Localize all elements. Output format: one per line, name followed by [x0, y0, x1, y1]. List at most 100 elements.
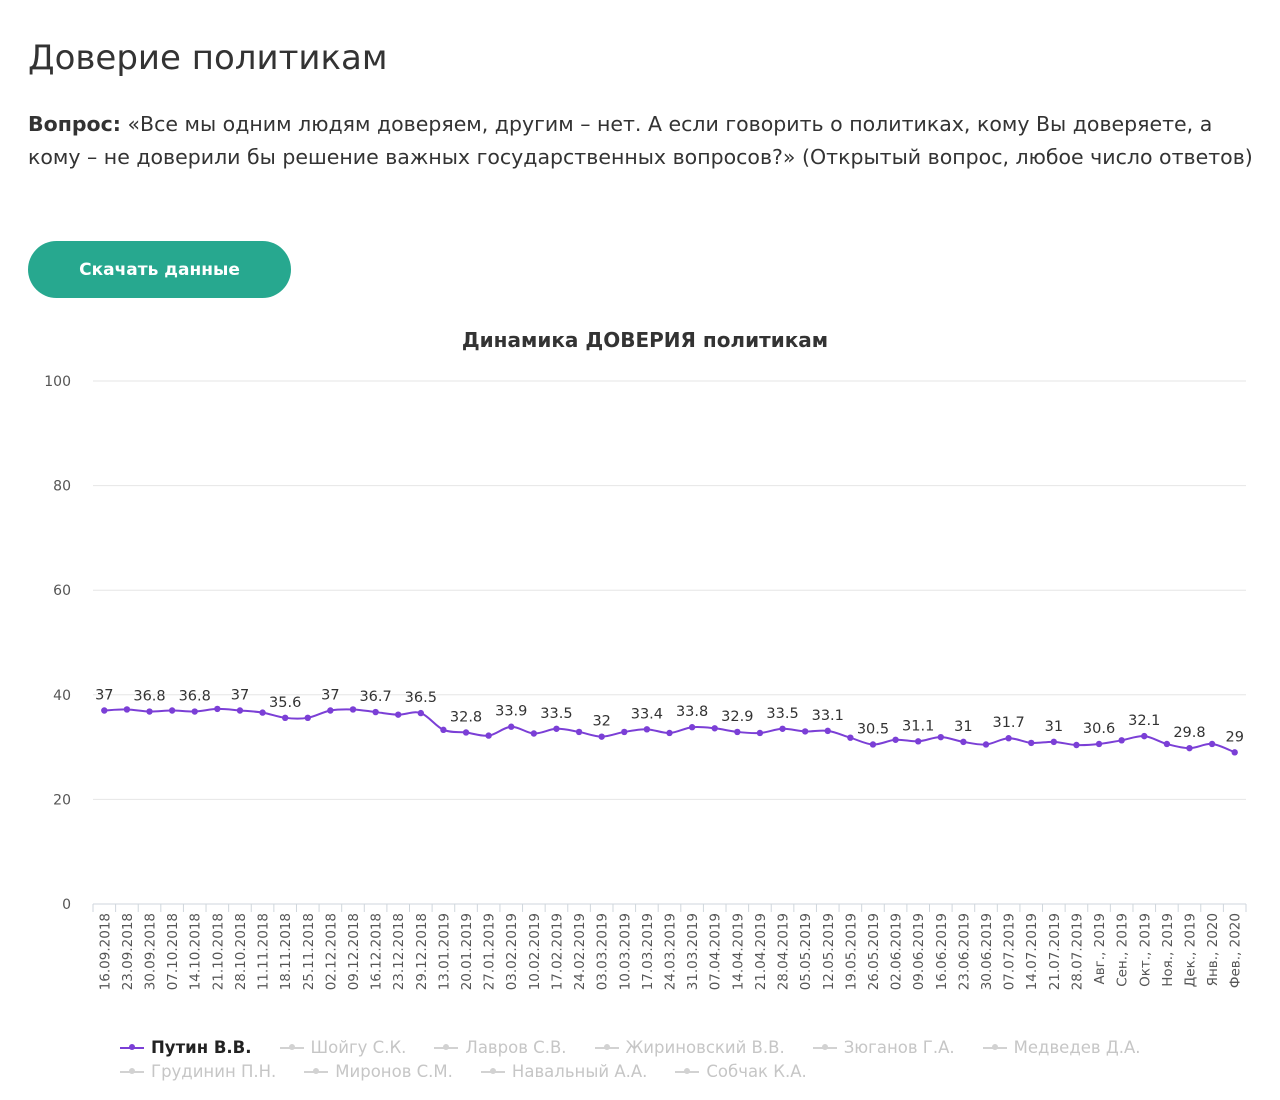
legend-item[interactable]: Шойгу С.К. [279, 1036, 406, 1060]
data-point [146, 708, 153, 715]
data-label: 36.8 [179, 689, 211, 705]
data-point [575, 728, 583, 736]
data-point [960, 738, 967, 746]
x-tick-label: 21.10.2018 [210, 913, 226, 990]
data-point [191, 708, 198, 715]
data-label: 32.8 [450, 709, 482, 725]
x-tick-label: 07.04.2019 [708, 913, 724, 990]
data-point [304, 714, 311, 722]
data-label: 32.1 [1128, 713, 1160, 729]
legend-item[interactable]: Медведев Д.А. [982, 1036, 1141, 1060]
x-tick-label: 07.07.2019 [1002, 913, 1018, 990]
question-text: Вопрос: «Все мы одним людям доверяем, др… [28, 108, 1263, 174]
legend-item[interactable]: Навальный А.А. [480, 1060, 648, 1084]
data-point [1231, 749, 1238, 756]
chart-title: Динамика ДОВЕРИЯ политикам [462, 328, 828, 352]
trust-line-chart: Динамика ДОВЕРИЯ политикам 020406080100 … [44, 328, 1247, 990]
x-tick-label: 11.11.2018 [256, 913, 272, 990]
legend-label: Лавров С.В. [465, 1038, 567, 1057]
legend-line-marker-icon [279, 1044, 304, 1050]
x-tick-label: 12.05.2019 [821, 913, 837, 990]
x-tick-label: 23.12.2018 [391, 913, 407, 990]
legend-item[interactable]: Грудинин П.Н. [120, 1060, 276, 1084]
x-tick-label: 30.06.2019 [979, 913, 995, 990]
x-tick-label: Фев., 2020 [1228, 913, 1244, 988]
legend-item[interactable]: Жириновский В.В. [594, 1036, 785, 1060]
question-label: Вопрос: [28, 112, 121, 136]
data-point [914, 738, 922, 745]
x-tick-label: Сен., 2019 [1115, 913, 1131, 987]
legend-line-marker-icon [812, 1044, 837, 1050]
legend-row: Путин В.В. Шойгу С.К. Лавров С.В. Жириновск… [120, 1036, 1220, 1060]
data-point [1208, 740, 1216, 748]
data-point [327, 707, 334, 714]
download-data-button[interactable]: Скачать данные [28, 241, 291, 298]
data-point [123, 706, 131, 713]
data-point [734, 728, 741, 736]
data-label: 31.1 [902, 718, 934, 734]
x-tick-label: 05.05.2019 [798, 913, 814, 990]
y-axis: 0 20 40 60 80 100 [44, 374, 71, 913]
data-point [485, 732, 492, 739]
question-body: «Все мы одним людям доверяем, другим – н… [28, 112, 1253, 169]
data-point [643, 726, 651, 733]
x-axis: 16.09.2018 23.09.2018 30.09.2018 07.10.2018… [92, 904, 1247, 990]
x-tick-label: 24.03.2019 [663, 913, 679, 990]
x-tick-label: 30.09.2018 [143, 913, 159, 990]
y-tick-label: 40 [53, 688, 71, 704]
legend-item[interactable]: Собчак К.А. [675, 1060, 807, 1084]
x-tick-label: 24.02.2019 [572, 913, 588, 990]
x-tick-label: 17.03.2019 [640, 913, 656, 990]
legend-label: Собчак К.А. [706, 1062, 807, 1081]
legend-item[interactable]: Миронов С.М. [304, 1060, 453, 1084]
data-point [214, 705, 221, 713]
x-tick-label: 31.03.2019 [685, 913, 701, 990]
data-point [281, 714, 289, 722]
data-label: 37 [321, 687, 339, 703]
data-point [1095, 740, 1103, 748]
legend-item[interactable]: Зюганов Г.А. [812, 1036, 955, 1060]
data-label: 35.6 [269, 695, 301, 711]
y-tick-label: 100 [44, 374, 71, 390]
x-tick-label: 27.01.2019 [482, 913, 498, 990]
legend-line-marker-icon [304, 1068, 329, 1074]
data-label: 36.5 [405, 690, 437, 706]
legend-item[interactable]: Путин В.В. [120, 1036, 252, 1060]
data-label: 36.7 [359, 689, 391, 705]
y-tick-label: 80 [53, 479, 71, 495]
x-tick-label: 23.09.2018 [120, 913, 136, 990]
data-point [869, 741, 877, 748]
legend-line-marker-icon [675, 1068, 700, 1074]
x-tick-label: 09.06.2019 [911, 913, 927, 990]
data-label: 33.1 [812, 708, 844, 724]
data-label: 31 [1045, 719, 1063, 735]
data-point [417, 709, 425, 717]
x-tick-label: 14.10.2018 [188, 913, 204, 990]
grid-layer [93, 380, 1246, 905]
x-tick-label: 29.12.2018 [414, 913, 430, 990]
x-tick-label: 17.02.2019 [549, 913, 565, 990]
data-label: 37 [231, 687, 249, 703]
data-label: 33.4 [631, 706, 663, 722]
data-point [824, 727, 831, 735]
data-label: 37 [95, 687, 113, 703]
x-tick-label: Дек., 2019 [1182, 913, 1198, 987]
x-tick-label: 23.06.2019 [956, 913, 972, 990]
legend-label: Навальный А.А. [511, 1062, 648, 1081]
data-label: 31 [954, 719, 972, 735]
data-point [553, 725, 560, 732]
chart-legend: Путин В.В. Шойгу С.К. Лавров С.В. Жириновск… [120, 1036, 1220, 1084]
data-label: 31.7 [992, 715, 1024, 731]
y-tick-label: 60 [53, 583, 71, 599]
x-tick-label: Авг., 2019 [1092, 913, 1108, 985]
data-point [1028, 739, 1035, 747]
x-tick-label: 21.04.2019 [753, 913, 769, 990]
data-point [508, 723, 515, 730]
y-tick-label: 20 [53, 792, 71, 808]
data-label: 32 [592, 714, 610, 730]
legend-line-marker-icon [120, 1044, 144, 1050]
x-tick-label: 07.10.2018 [165, 913, 181, 990]
x-tick-label: 25.11.2018 [301, 913, 317, 990]
x-tick-label: 13.01.2019 [436, 913, 452, 990]
legend-item[interactable]: Лавров С.В. [434, 1036, 567, 1060]
